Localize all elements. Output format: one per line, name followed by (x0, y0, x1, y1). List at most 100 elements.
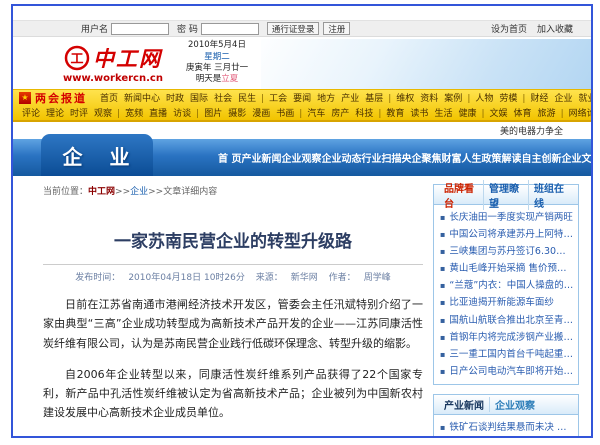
channel-link[interactable]: 央企聚焦 (401, 150, 441, 165)
sidebar-news-link[interactable]: 三一重工国内首台千吨起重机下线 (440, 346, 574, 363)
main-nav: ★ 两会报道 首页新闻中心时政国际社会民生|工会要闻地方产业基层|维权资料案例|… (13, 89, 591, 122)
title-divider (43, 264, 423, 265)
breadcrumb: 当前位置：中工网>>企业>>文章详细内容 (43, 184, 423, 197)
sidebar-news-link[interactable]: 铁矿石谈判结果悬而未决 国内钢企全… (440, 419, 574, 436)
nav-link[interactable]: 房产 (331, 109, 349, 119)
sidebar-tab[interactable]: 品牌看台 (439, 180, 483, 210)
breadcrumb-separator: >> (148, 187, 163, 197)
breadcrumb-site-link[interactable]: 中工网 (88, 187, 115, 197)
nav-link[interactable]: 民生 (238, 94, 256, 104)
special-report-link[interactable]: ★ 两会报道 (19, 90, 87, 105)
nav-link[interactable]: 健康 (458, 109, 476, 119)
nav-link[interactable]: 宽频 (125, 109, 143, 119)
channel-link[interactable]: 行业扫描 (361, 150, 401, 165)
channel-link[interactable]: 首 页 (218, 150, 241, 165)
password-input[interactable] (201, 23, 259, 35)
sidebar-news-link[interactable]: 首钢年内将完成涉钢产业搬迁 文化… (440, 329, 574, 346)
register-button[interactable]: 注册 (323, 22, 350, 35)
nav-link[interactable]: 生活 (434, 109, 452, 119)
channel-link[interactable]: 企业观察 (281, 150, 321, 165)
nav-link[interactable]: 教育 (386, 109, 404, 119)
site-header: 工 中工网 www.workercn.cn 2010年5月4日 星期二 庚寅年 … (13, 37, 591, 89)
site-logo[interactable]: 工 中工网 www.workercn.cn (53, 43, 173, 84)
login-button[interactable]: 通行证登录 (267, 22, 320, 35)
nav-link[interactable]: 企业 (554, 94, 572, 104)
breadcrumb-channel-link[interactable]: 企业 (130, 187, 148, 197)
channel-link[interactable]: 政策解读 (481, 150, 521, 165)
nav-link[interactable]: 漫画 (252, 109, 270, 119)
set-home-link[interactable]: 设为首页 (491, 22, 527, 35)
weekday-text: 星期二 (173, 52, 261, 63)
nav-link[interactable]: 首页 (100, 94, 118, 104)
nav-link[interactable]: 汽车 (307, 109, 325, 119)
nav-separator: | (299, 109, 302, 119)
nav-link[interactable]: 直播 (149, 109, 167, 119)
nav-link[interactable]: 时评 (70, 109, 88, 119)
nav-link[interactable]: 理论 (46, 109, 64, 119)
sidebar-news-link[interactable]: 长庆油田一季度实现产销两旺 (440, 209, 574, 226)
article-paragraph: 日前在江苏省南通市港闸经济技术开发区，管委会主任汛斌特别介绍了一家由典型“三高”… (43, 295, 423, 353)
breadcrumb-separator: >> (115, 187, 130, 197)
nav-link[interactable]: 旅游 (538, 109, 556, 119)
nav-link[interactable]: 读书 (410, 109, 428, 119)
channel-link[interactable]: 企业文化 (561, 150, 593, 165)
nav-separator: | (196, 109, 199, 119)
nav-link[interactable]: 国际 (190, 94, 208, 104)
sidebar-news-link[interactable]: “兰蔻”内衣：中国人操盘的“日本… (440, 277, 574, 294)
nav-link[interactable]: 人物 (475, 94, 493, 104)
emblem-star-icon: ★ (19, 92, 31, 104)
nav-link[interactable]: 评论 (22, 109, 40, 119)
nav-link[interactable]: 观察 (94, 109, 112, 119)
nav-link[interactable]: 劳模 (499, 94, 517, 104)
nav-link[interactable]: 网络论坛 (569, 109, 591, 119)
author-label: 作者： (329, 273, 356, 283)
sidebar-news-link[interactable]: 日产公司电动汽车即将开始订购 (440, 363, 574, 380)
nav-link[interactable]: 财经 (530, 94, 548, 104)
nav-link[interactable]: 新闻中心 (124, 94, 160, 104)
sidebar-tab[interactable]: 班组在线 (528, 180, 573, 210)
sidebar-news-link[interactable]: 中国公司将承建苏丹上阿特巴拉水利… (440, 226, 574, 243)
nav-link[interactable]: 图片 (204, 109, 222, 119)
nav-link[interactable]: 社会 (214, 94, 232, 104)
channel-tab-enterprise[interactable]: 企 业 (41, 134, 153, 176)
sidebar-news-link[interactable]: 比亚迪揭开新能源车面纱 (440, 294, 574, 311)
sidebar-tab[interactable]: 企业观察 (489, 397, 540, 412)
channel-link[interactable]: 企业动态 (321, 150, 361, 165)
nav-link[interactable]: 资料 (420, 94, 438, 104)
source-value[interactable]: 新华网 (291, 273, 318, 283)
nav-link[interactable]: 时政 (166, 94, 184, 104)
nav-link[interactable]: 要闻 (293, 94, 311, 104)
nav-link[interactable]: 摄影 (228, 109, 246, 119)
nav-link[interactable]: 工会 (269, 94, 287, 104)
nav-link[interactable]: 文娱 (490, 109, 508, 119)
sidebar-news-link[interactable]: 黄山毛峰开始采摘 售价预计涨三成 (440, 260, 574, 277)
username-input[interactable] (111, 23, 169, 35)
nav-link[interactable]: 就业 (578, 94, 591, 104)
page-frame: 用户名 密 码 通行证登录 注册 设为首页 加入收藏 工 中工网 www.wor… (11, 4, 593, 438)
article-paragraph: 自2006年企业转型以来，同康活性炭纤维系列产品获得了22个国家专利，新产品中孔… (43, 365, 423, 423)
publish-time: 2010年04月18日 10时26分 (128, 273, 245, 283)
nav-link[interactable]: 地方 (317, 94, 335, 104)
date-box: 2010年5月4日 星期二 庚寅年 三月廿一 明天是立夏 (173, 40, 261, 86)
nav-link[interactable]: 访谈 (173, 109, 191, 119)
nav-link[interactable]: 科技 (355, 109, 373, 119)
nav-link[interactable]: 书画 (276, 109, 294, 119)
nav-link[interactable]: 维权 (396, 94, 414, 104)
channel-link[interactable]: 产业新闻 (241, 150, 281, 165)
breadcrumb-prefix: 当前位置： (43, 187, 88, 197)
ticker-text[interactable]: 美的电器力争全 (500, 124, 563, 137)
channel-link[interactable]: 自主创新 (521, 150, 561, 165)
nav-link[interactable]: 产业 (341, 94, 359, 104)
nav-link[interactable]: 案例 (444, 94, 462, 104)
channel-link[interactable]: 财富人生 (441, 150, 481, 165)
sidebar-tab[interactable]: 管理瞭望 (483, 180, 528, 210)
nav-link[interactable]: 体育 (514, 109, 532, 119)
add-favorite-link[interactable]: 加入收藏 (537, 22, 573, 35)
sidebar-news-link[interactable]: “虚拟矿山”遭中国钢企强烈反对 趋… (440, 436, 574, 438)
sidebar-news-link[interactable]: 三峡集团与苏丹签订6.30亿美元… (440, 243, 574, 260)
sidebar-tab[interactable]: 产业新闻 (439, 397, 489, 412)
nav-link[interactable]: 基层 (365, 94, 383, 104)
sidebar-news-link[interactable]: 国航山航联合推出北京至青岛城市快… (440, 312, 574, 329)
article-body: 日前在江苏省南通市港闸经济技术开发区，管委会主任汛斌特别介绍了一家由典型“三高”… (43, 295, 423, 438)
solar-term-line: 明天是立夏 (173, 74, 261, 85)
